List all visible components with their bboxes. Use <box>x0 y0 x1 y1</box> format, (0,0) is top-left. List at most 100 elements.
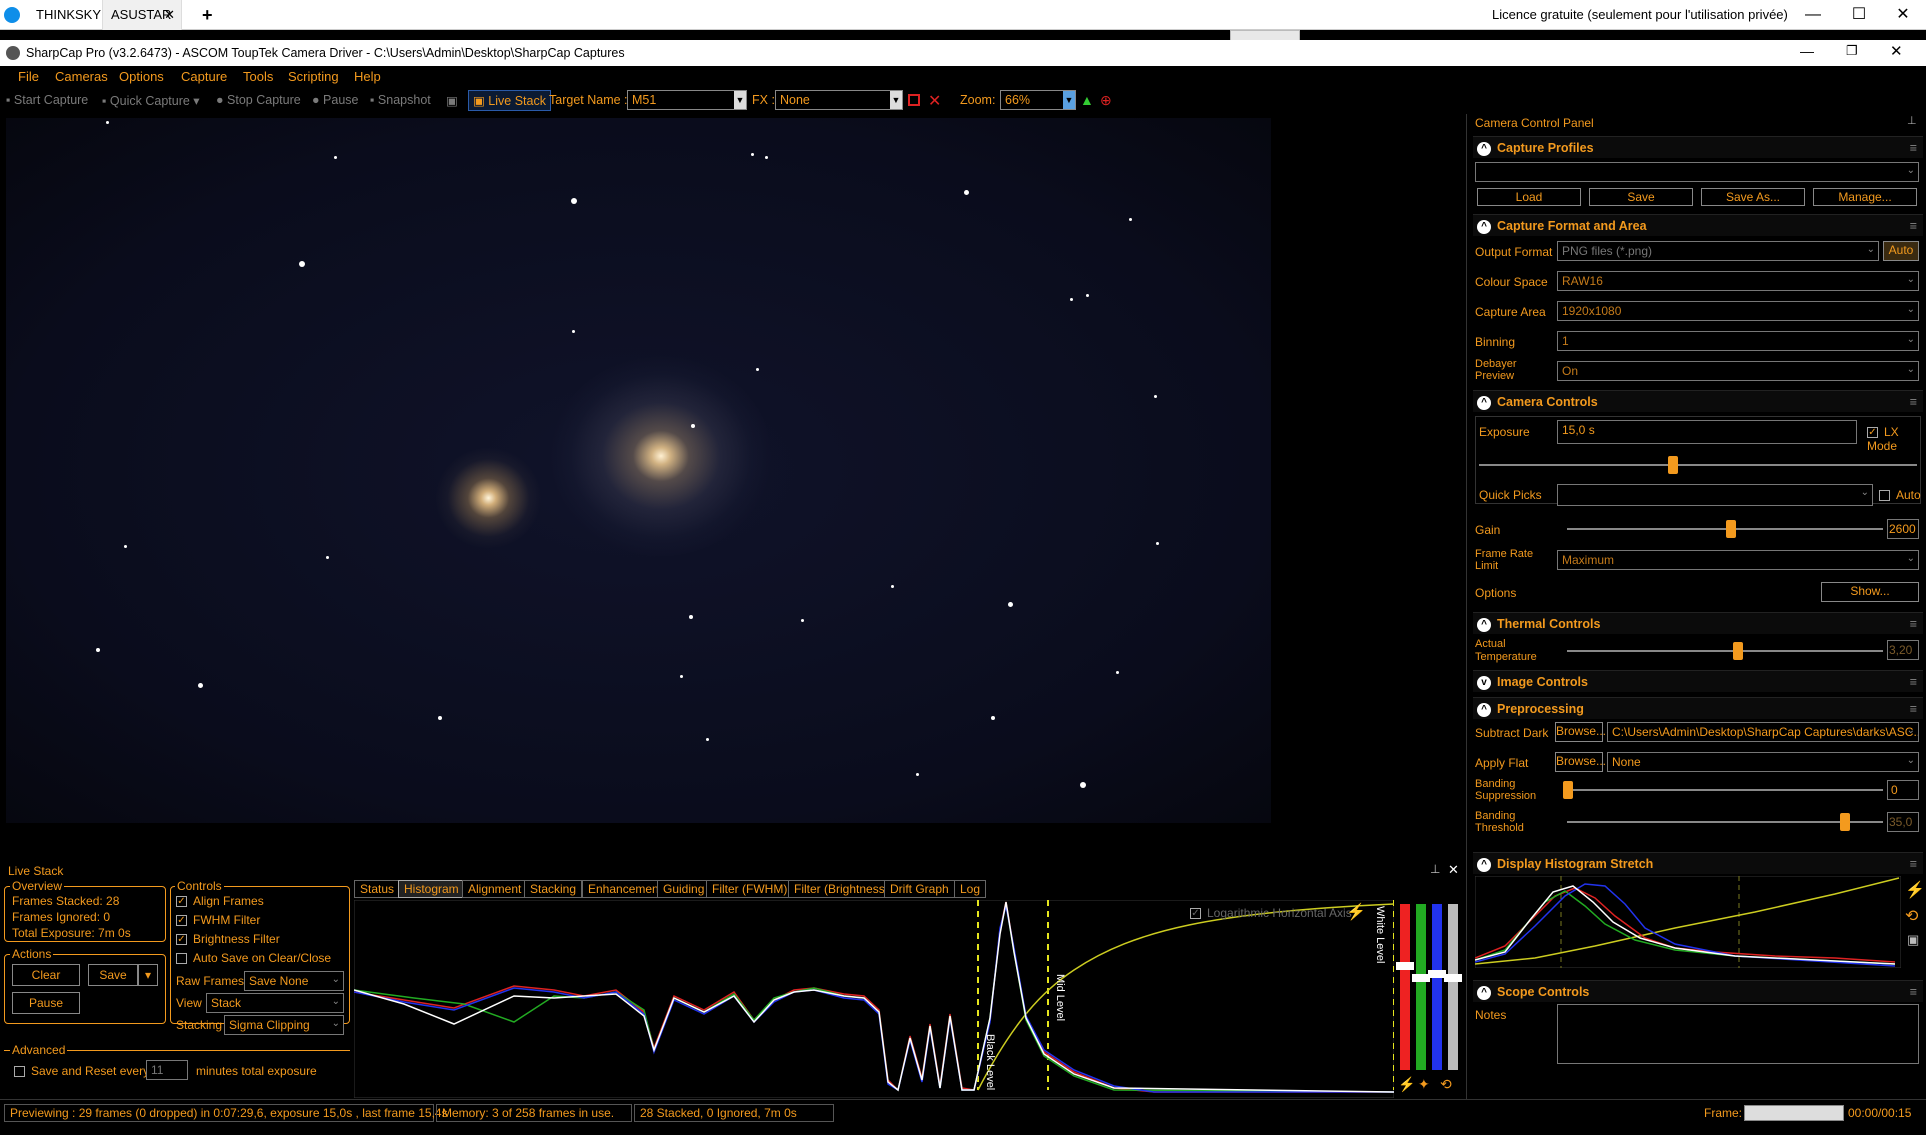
align-frames-checkbox[interactable]: ✓ Align Frames <box>176 894 264 908</box>
histogram-icon[interactable]: ▲ <box>1080 92 1094 108</box>
display-stretch-histogram[interactable] <box>1475 876 1901 968</box>
close-icon[interactable]: ✕ <box>164 0 175 30</box>
debayer-select[interactable]: On ⌄ <box>1557 361 1919 381</box>
menu-icon[interactable]: ≡ <box>1910 215 1917 237</box>
menu-icon[interactable]: ≡ <box>1910 698 1917 720</box>
banding-suppression-thumb[interactable] <box>1563 781 1573 799</box>
profile-manage-button[interactable]: Manage... <box>1813 188 1917 206</box>
start-capture-button[interactable]: ▪ Start Capture <box>6 93 88 107</box>
app-minimize-button[interactable]: — <box>1800 43 1814 59</box>
tab-alignment[interactable]: Alignment <box>462 880 528 898</box>
close-icon[interactable]: ✕ <box>1448 862 1459 878</box>
capture-profiles-header[interactable]: ^ Capture Profiles ≡ <box>1473 136 1923 158</box>
zoom-select[interactable]: 66% ▼ <box>1000 90 1076 110</box>
view-select[interactable]: Stack ⌄ <box>206 993 344 1013</box>
level-reset-icon[interactable]: ⟲ <box>1440 1076 1452 1093</box>
crosshair-icon[interactable]: ✕ <box>928 91 941 111</box>
preprocessing-header[interactable]: ^ Preprocessing ≡ <box>1473 697 1923 719</box>
menu-scripting[interactable]: Scripting <box>288 69 339 84</box>
image-viewport[interactable] <box>6 118 1466 858</box>
pause-button[interactable]: ● Pause <box>312 93 359 107</box>
flat-browse-button[interactable]: Browse... <box>1555 752 1606 772</box>
chevron-down-icon[interactable]: ▼ <box>890 91 902 109</box>
red-level-track[interactable] <box>1400 904 1410 1070</box>
profile-save-as-button[interactable]: Save As... <box>1701 188 1805 206</box>
flat-select[interactable]: None ⌄ <box>1607 752 1919 772</box>
camera-controls-header[interactable]: ^ Camera Controls ≡ <box>1473 390 1923 412</box>
reticle-icon[interactable] <box>908 94 920 106</box>
tab-filter-fwhm[interactable]: Filter (FWHM) <box>706 880 794 898</box>
pin-icon[interactable]: ⊥ <box>1907 114 1917 127</box>
gain-input[interactable]: 2600 <box>1887 519 1919 539</box>
quick-picks-auto-checkbox[interactable]: Auto <box>1879 488 1921 502</box>
quick-picks-select[interactable]: ⌄ <box>1557 484 1873 506</box>
tab-stacking[interactable]: Stacking <box>524 880 583 898</box>
chevron-down-icon[interactable]: ▼ <box>1063 91 1075 109</box>
banding-suppression-input[interactable]: 0 <box>1887 780 1919 800</box>
pin-icon[interactable]: ⊥ <box>1430 862 1440 876</box>
tab-guiding[interactable]: Guiding <box>657 880 711 898</box>
pause-button[interactable]: Pause <box>12 992 80 1014</box>
minutes-stepper[interactable]: 11 <box>146 1060 188 1080</box>
clear-button[interactable]: Clear <box>12 964 80 986</box>
menu-tools[interactable]: Tools <box>243 69 273 84</box>
stop-capture-button[interactable]: ● Stop Capture <box>216 93 301 107</box>
notes-textarea[interactable] <box>1557 1004 1919 1064</box>
frame-rate-select[interactable]: Maximum ⌄ <box>1557 550 1919 570</box>
banding-threshold-track[interactable] <box>1567 821 1883 823</box>
snapshot-button[interactable]: ▪ Snapshot <box>370 93 431 107</box>
focus-icon[interactable]: ⊕ <box>1100 92 1112 109</box>
app-close-button[interactable]: ✕ <box>1890 42 1903 60</box>
menu-file[interactable]: File <box>18 69 39 84</box>
output-format-auto-button[interactable]: Auto <box>1883 241 1919 261</box>
menu-options[interactable]: Options <box>119 69 164 84</box>
capture-format-header[interactable]: ^ Capture Format and Area ≡ <box>1473 214 1923 236</box>
menu-icon[interactable]: ≡ <box>1910 671 1917 693</box>
menu-icon[interactable]: ≡ <box>1910 613 1917 635</box>
save-icon[interactable]: ▣ <box>1907 932 1919 948</box>
menu-icon[interactable]: ≡ <box>1910 137 1917 159</box>
blue-level-track[interactable] <box>1432 904 1442 1070</box>
menu-icon[interactable]: ≡ <box>1910 853 1917 875</box>
save-dropdown-button[interactable]: ▾ <box>138 964 158 986</box>
capture-area-select[interactable]: 1920x1080 ⌄ <box>1557 301 1919 321</box>
new-tab-button[interactable]: + <box>194 0 221 30</box>
banding-suppression-track[interactable] <box>1567 789 1883 791</box>
fwhm-filter-checkbox[interactable]: ✓ FWHM Filter <box>176 913 260 927</box>
target-name-input[interactable]: M51 ▼ <box>627 90 747 110</box>
gain-slider-track[interactable] <box>1567 528 1883 530</box>
tab-status[interactable]: Status <box>354 880 401 898</box>
tab-histogram[interactable]: Histogram <box>398 880 465 898</box>
white-level-track[interactable] <box>1448 904 1458 1070</box>
colour-space-select[interactable]: RAW16 ⌄ <box>1557 271 1919 291</box>
tab-log[interactable]: Log <box>954 880 987 898</box>
raw-frames-select[interactable]: Save None ⌄ <box>244 971 344 991</box>
close-button[interactable]: ✕ <box>1880 0 1926 30</box>
green-level-track[interactable] <box>1416 904 1426 1070</box>
dark-path-select[interactable]: C:\Users\Admin\Desktop\SharpCap Captures… <box>1607 722 1919 742</box>
exposure-slider-thumb[interactable] <box>1668 456 1678 474</box>
display-icon[interactable]: ▣ <box>446 93 458 108</box>
banding-threshold-thumb[interactable] <box>1840 813 1850 831</box>
tab-enhancement[interactable]: Enhancement <box>582 880 669 898</box>
dark-browse-button[interactable]: Browse... <box>1555 722 1606 742</box>
menu-icon[interactable]: ≡ <box>1910 981 1917 1003</box>
exposure-input[interactable]: 15,0 s <box>1557 420 1857 444</box>
minimize-button[interactable]: — <box>1790 0 1836 30</box>
brightness-filter-checkbox[interactable]: ✓ Brightness Filter <box>176 932 280 946</box>
fx-select[interactable]: None ▼ <box>775 90 903 110</box>
image-controls-header[interactable]: v Image Controls ≡ <box>1473 670 1923 692</box>
profile-select[interactable]: ⌄ <box>1475 162 1919 182</box>
options-show-button[interactable]: Show... <box>1821 582 1919 602</box>
scope-controls-header[interactable]: ^ Scope Controls ≡ <box>1473 980 1923 1002</box>
banding-threshold-input[interactable]: 35,0 <box>1887 812 1919 832</box>
profile-load-button[interactable]: Load <box>1477 188 1581 206</box>
remote-tab-thinksky[interactable]: THINKSKY <box>28 0 109 30</box>
white-level-thumb[interactable] <box>1444 974 1462 982</box>
menu-icon[interactable]: ≡ <box>1910 391 1917 413</box>
thermal-controls-header[interactable]: ^ Thermal Controls ≡ <box>1473 612 1923 634</box>
app-restore-button[interactable]: ❐ <box>1846 43 1858 59</box>
auto-stretch-icon[interactable]: ⚡ <box>1905 880 1925 900</box>
binning-select[interactable]: 1 ⌄ <box>1557 331 1919 351</box>
log-axis-checkbox[interactable]: ✓ Logarithmic Horizontal Axis <box>1190 906 1352 920</box>
